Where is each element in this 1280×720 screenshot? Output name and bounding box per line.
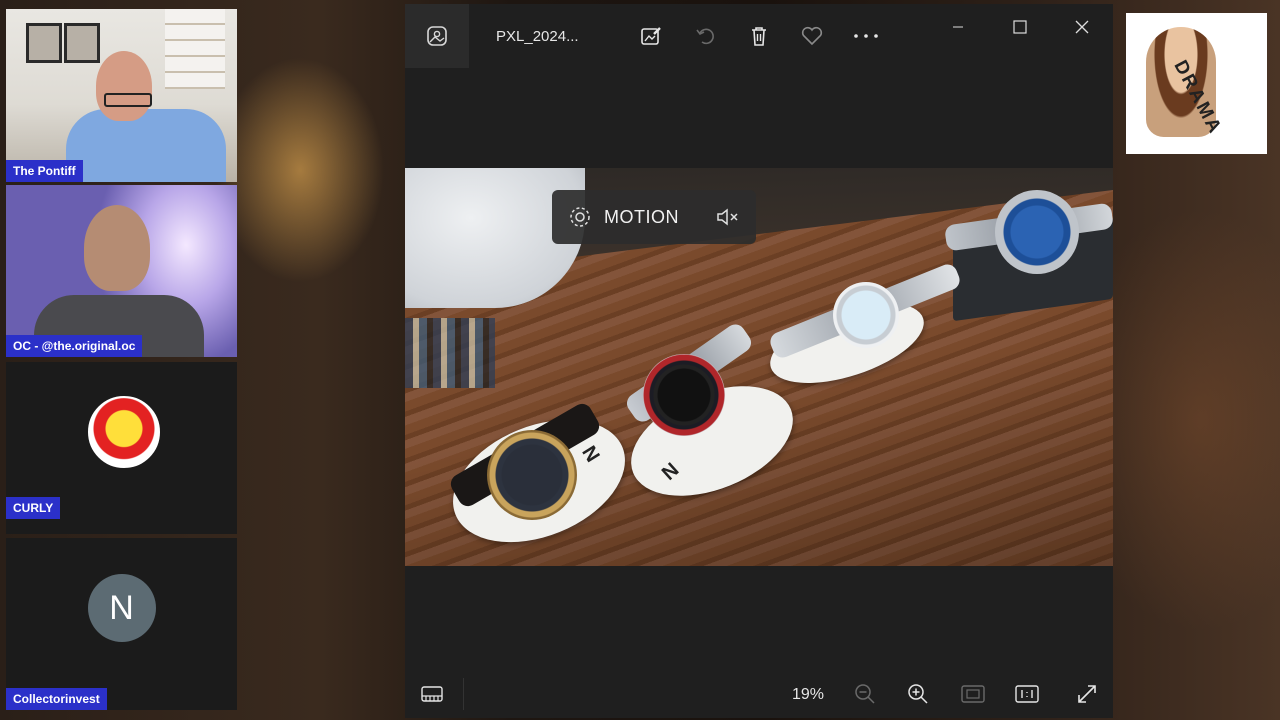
file-title: PXL_2024... bbox=[496, 28, 579, 45]
fit-to-window-icon[interactable] bbox=[959, 678, 987, 710]
participant-tile-collectorinvest[interactable]: N Collectorinvest bbox=[6, 538, 237, 710]
zoom-in-icon[interactable] bbox=[905, 678, 931, 710]
photo-viewer-window: PXL_2024... N N MOTION 19% bbox=[405, 4, 1113, 718]
zoom-out-icon[interactable] bbox=[852, 678, 878, 710]
gmt-pepsi-watch bbox=[643, 354, 725, 436]
participant-name-tag: Collectorinvest bbox=[6, 688, 107, 710]
toolbar-divider bbox=[463, 678, 464, 710]
favorite-icon[interactable] bbox=[792, 16, 832, 56]
glasses bbox=[104, 93, 152, 107]
actual-size-icon[interactable] bbox=[1013, 678, 1041, 710]
minimize-button[interactable] bbox=[936, 12, 980, 42]
close-button[interactable] bbox=[1060, 12, 1104, 42]
drama-sticker: DRAMA bbox=[1126, 13, 1267, 154]
participant-head bbox=[96, 51, 152, 121]
participant-tile-curly[interactable]: CURLY bbox=[6, 362, 237, 534]
participant-torso bbox=[66, 109, 226, 182]
wall-picture bbox=[64, 23, 100, 63]
filmstrip-icon[interactable] bbox=[417, 678, 447, 710]
participant-tile-oc[interactable]: OC - @the.original.oc bbox=[6, 185, 237, 357]
motion-icon bbox=[568, 205, 592, 229]
photos-app-icon[interactable] bbox=[405, 4, 469, 68]
delete-icon[interactable] bbox=[739, 16, 779, 56]
maximize-button[interactable] bbox=[998, 12, 1042, 42]
zoom-level: 19% bbox=[792, 686, 825, 703]
gold-chronograph-watch bbox=[487, 430, 577, 520]
participant-name-tag: CURLY bbox=[6, 497, 61, 519]
fullscreen-icon[interactable] bbox=[1073, 678, 1101, 710]
wall-picture bbox=[26, 23, 62, 63]
participant-name-tag: The Pontiff bbox=[6, 160, 83, 182]
rotate-icon[interactable] bbox=[685, 16, 725, 56]
motion-photo-badge[interactable]: MOTION bbox=[552, 190, 756, 244]
bookshelf bbox=[165, 9, 225, 89]
bottom-toolbar: 19% bbox=[405, 670, 1113, 718]
motion-label: MOTION bbox=[604, 206, 679, 227]
edit-image-icon[interactable] bbox=[631, 16, 671, 56]
participant-name-tag: OC - @the.original.oc bbox=[6, 335, 143, 357]
participant-tile-pontiff[interactable]: The Pontiff bbox=[6, 9, 237, 182]
avatar bbox=[87, 396, 160, 468]
bookshelf-background bbox=[405, 318, 495, 388]
more-options-icon[interactable] bbox=[846, 16, 886, 56]
displayed-photo[interactable]: N N MOTION bbox=[405, 168, 1113, 566]
title-bar: PXL_2024... bbox=[405, 4, 1113, 68]
ice-blue-dial-watch bbox=[833, 282, 899, 348]
blue-diver-watch bbox=[995, 190, 1079, 274]
participant-head bbox=[84, 205, 150, 291]
avatar: N bbox=[87, 574, 156, 642]
mute-icon[interactable] bbox=[716, 207, 740, 227]
